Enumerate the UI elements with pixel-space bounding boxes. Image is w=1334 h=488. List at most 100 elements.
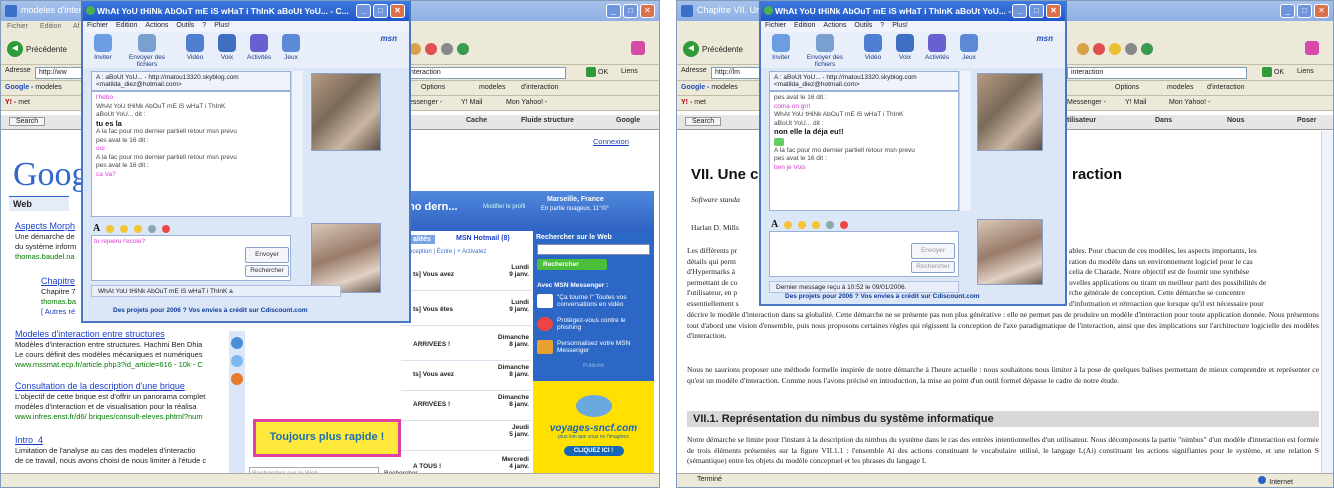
- msn-menu-actions[interactable]: Actions: [823, 22, 846, 29]
- toujours-ad-banner[interactable]: Toujours plus rapide !: [253, 419, 401, 457]
- dock-flame-icon[interactable]: [231, 373, 243, 385]
- conversation-history[interactable]: pes avat le 16 dit : coma on grrl WhAt Y…: [769, 91, 959, 211]
- emoticon-icon[interactable]: [784, 220, 793, 229]
- side-item[interactable]: "Ça tourne !" Toutes vos conversations e…: [533, 291, 654, 311]
- conversation-history[interactable]: l'hébo WhAt YoU tHiNk AbOuT mE iS wHaT i…: [91, 91, 291, 217]
- conversation-scrollbar[interactable]: [291, 71, 303, 217]
- mail-row[interactable]: ts] Vous avez Lundi 9 janv.: [401, 261, 531, 291]
- invite-button[interactable]: Inviter: [761, 34, 801, 61]
- links-label[interactable]: Liens: [621, 68, 638, 75]
- modeles-tab[interactable]: modeles: [479, 84, 505, 91]
- smiley-icon[interactable]: [1109, 43, 1121, 55]
- tab-google[interactable]: Google: [616, 117, 640, 124]
- tab-cache[interactable]: Cache: [466, 117, 487, 124]
- msn-maximize-button[interactable]: □: [1029, 4, 1044, 18]
- print-icon[interactable]: [441, 43, 453, 55]
- side-item[interactable]: Personnalisez votre MSN Messenger: [533, 334, 654, 357]
- ymail-button[interactable]: Y! Mail: [1125, 99, 1146, 106]
- connexion-link[interactable]: Connexion: [593, 137, 629, 146]
- cliquez-ici-button[interactable]: CLIQUEZ ICI !: [563, 446, 624, 456]
- messenger-icon[interactable]: [457, 43, 469, 55]
- msn-menu-plus[interactable]: Plus!: [214, 22, 230, 29]
- web-search-input[interactable]: [537, 244, 650, 255]
- options-button[interactable]: Options: [421, 84, 445, 91]
- send-files-button[interactable]: Envoyer des fichiers: [797, 34, 853, 68]
- wink-icon[interactable]: [798, 220, 807, 229]
- nudge-icon[interactable]: [812, 220, 821, 229]
- font-icon[interactable]: A: [771, 219, 778, 230]
- games-button[interactable]: Jeux: [949, 34, 989, 61]
- back-button[interactable]: ◄ Précédente: [683, 41, 743, 57]
- send-button[interactable]: Envoyer: [245, 247, 289, 263]
- msn-menu-edition[interactable]: Edition: [116, 22, 137, 29]
- yahoo-toolbar-field[interactable]: met: [694, 99, 706, 106]
- msn-ad-banner[interactable]: Des projets pour 2006 ? Vos envies à cré…: [113, 307, 308, 314]
- minimize-button[interactable]: _: [606, 4, 621, 18]
- result-title-link[interactable]: Consultation de la description d'une bri…: [15, 381, 185, 391]
- options-button[interactable]: Options: [1115, 84, 1139, 91]
- search-msn-button[interactable]: Rechercher: [911, 261, 955, 273]
- menu-edition[interactable]: Edition: [40, 23, 61, 30]
- msn-menu-fichier[interactable]: Fichier: [87, 22, 108, 29]
- mon-yahoo-button[interactable]: Mon Yahoo! -: [506, 99, 547, 106]
- my-avatar[interactable]: [977, 219, 1043, 285]
- address-input[interactable]: http://ww: [35, 67, 85, 79]
- msn-minimize-button[interactable]: _: [1012, 4, 1027, 18]
- address-input-visible[interactable]: nteraction: [406, 67, 566, 79]
- mail-row[interactable]: ARRIVEES ! Dimanche 8 janv.: [401, 331, 531, 361]
- mail-icon[interactable]: [425, 43, 437, 55]
- result-title-link[interactable]: Intro_4: [15, 435, 43, 445]
- send-files-button[interactable]: Envoyer des fichiers: [119, 34, 175, 68]
- msn-menu-actions[interactable]: Actions: [145, 22, 168, 29]
- menu-fichier[interactable]: Fichier: [7, 23, 28, 30]
- folder-icon[interactable]: [1077, 43, 1089, 55]
- tab-fluide[interactable]: Fluide structure: [521, 117, 574, 124]
- dock-msn-icon[interactable]: [231, 355, 243, 367]
- modeles-tab[interactable]: modeles: [1167, 84, 1193, 91]
- msn-menu-edition[interactable]: Edition: [794, 22, 815, 29]
- minimize-button[interactable]: _: [1280, 4, 1295, 18]
- close-button[interactable]: ✕: [640, 4, 655, 18]
- messenger-icon[interactable]: [1141, 43, 1153, 55]
- msn-minimize-button[interactable]: _: [356, 4, 371, 18]
- font-icon[interactable]: A: [93, 223, 100, 234]
- invite-button[interactable]: Inviter: [83, 34, 123, 61]
- msn-menu-help[interactable]: ?: [880, 22, 884, 29]
- mon-yahoo-button[interactable]: Mon Yahoo! -: [1169, 99, 1210, 106]
- web-search-button[interactable]: Rechercher: [537, 259, 607, 270]
- tab-actualites[interactable]: alités: [409, 235, 435, 244]
- address-input-visible[interactable]: interaction: [1067, 67, 1247, 79]
- page-scrollbar[interactable]: [1321, 131, 1333, 475]
- gift-icon[interactable]: [162, 224, 171, 233]
- mail-row[interactable]: Jeudi 5 janv.: [401, 421, 531, 451]
- maximize-button[interactable]: □: [623, 4, 638, 18]
- result-title-link[interactable]: Aspects Morph: [15, 221, 75, 231]
- msn-menu-outils[interactable]: Outils: [854, 22, 872, 29]
- mail-row[interactable]: ts] Vous avez Dimanche 8 janv.: [401, 361, 531, 391]
- contact-avatar[interactable]: [977, 73, 1043, 151]
- my-avatar[interactable]: [311, 223, 381, 293]
- msn-menu-help[interactable]: ?: [202, 22, 206, 29]
- contact-avatar[interactable]: [311, 73, 381, 151]
- msn-close-button[interactable]: ✕: [1046, 4, 1061, 18]
- emoticon-icon[interactable]: [106, 224, 115, 233]
- search-button[interactable]: Search: [9, 117, 46, 126]
- close-button[interactable]: ✕: [1314, 4, 1329, 18]
- conversation-scrollbar[interactable]: [959, 71, 971, 211]
- interaction-tab[interactable]: d'interaction: [1207, 84, 1245, 91]
- menu-affichage[interactable]: Af: [73, 23, 80, 30]
- address-input[interactable]: http://lm: [711, 67, 761, 79]
- wink-icon[interactable]: [120, 224, 129, 233]
- go-button[interactable]: OK: [586, 67, 608, 77]
- messenger-button[interactable]: essenger -: [409, 99, 442, 106]
- gift-icon[interactable]: [840, 220, 849, 229]
- messenger-button[interactable]: Messenger -: [1067, 99, 1106, 106]
- tab-nous[interactable]: Nous: [1227, 117, 1245, 124]
- print-icon[interactable]: [1125, 43, 1137, 55]
- search-msn-button[interactable]: Rechercher: [245, 265, 289, 277]
- nudge-icon[interactable]: [134, 224, 143, 233]
- mail-icon[interactable]: [1093, 43, 1105, 55]
- msn-ad-banner[interactable]: Des projets pour 2006 ? Vos envies à cré…: [785, 293, 980, 300]
- google-toolbar-field[interactable]: modeles: [35, 84, 61, 91]
- background-icon[interactable]: [148, 224, 157, 233]
